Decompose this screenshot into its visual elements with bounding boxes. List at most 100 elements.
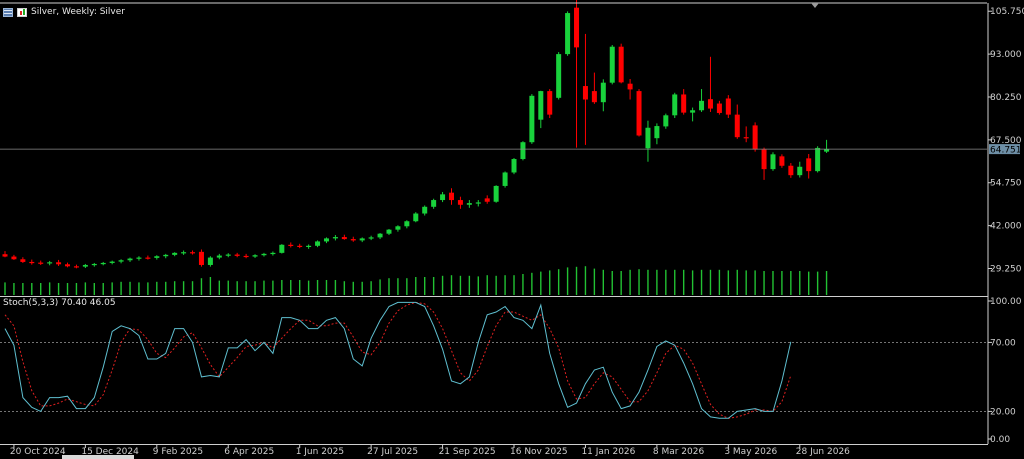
candle-body [449, 192, 454, 201]
candle-body [815, 147, 821, 172]
candle-body [565, 13, 571, 55]
candle-body [663, 115, 669, 127]
candle-body [681, 94, 687, 113]
candle-body [100, 262, 106, 265]
candle-body [556, 54, 562, 98]
time-axis-label: 28 Jun 2026 [796, 447, 850, 457]
candle-body [2, 254, 8, 257]
candle-body [493, 185, 499, 202]
candle-body [716, 103, 722, 113]
candle-body [779, 156, 785, 166]
candle-body [368, 237, 374, 239]
candle-body [163, 254, 169, 257]
stoch-axis-label: 20.00 [990, 407, 1016, 417]
candle-body [806, 158, 812, 172]
candle-body [350, 239, 356, 241]
candle-body [520, 142, 526, 160]
candle-body [457, 200, 463, 205]
chart-title: Silver, Weekly: Silver [31, 7, 125, 17]
candle-body [591, 91, 597, 103]
candle-body [752, 125, 758, 150]
candle-body [207, 257, 213, 265]
candle-body [172, 252, 178, 255]
candle-body [645, 127, 651, 149]
candle-body [600, 82, 606, 103]
candle-body [315, 241, 321, 246]
time-axis-label: 1 Jun 2025 [296, 447, 344, 457]
candle-body [279, 244, 285, 253]
current-price-label: 64.751 [990, 146, 1022, 156]
candle-body [404, 221, 410, 227]
candle-body [20, 259, 26, 262]
candle-body [118, 260, 124, 262]
candle-body [582, 86, 588, 100]
chart-header: Silver, Weekly: Silver [3, 5, 125, 19]
time-axis-label: 20 Oct 2024 [10, 447, 66, 457]
time-axis-label: 16 Nov 2025 [510, 447, 568, 457]
candle-body [216, 255, 222, 258]
candle-body [306, 245, 312, 247]
price-axis-label: 42.000 [990, 222, 1022, 232]
candle-body [56, 262, 62, 265]
price-axis-label: 80.250 [990, 93, 1022, 103]
candle-body [529, 95, 535, 143]
time-axis-label: 9 Feb 2025 [153, 447, 203, 457]
candle-body [73, 266, 79, 268]
candle-body [788, 165, 794, 176]
candle-body [466, 203, 472, 205]
candle-body [636, 91, 642, 136]
time-axis-label: 11 Jan 2026 [581, 447, 635, 457]
candle-body [413, 213, 419, 222]
time-axis-label: 27 Jul 2025 [367, 447, 418, 457]
candle-body [672, 94, 678, 116]
candle-body [734, 114, 740, 138]
candle-body [11, 256, 17, 260]
candle-body [574, 7, 580, 48]
chart-canvas[interactable]: 118.500105.75093.00080.25067.50054.75042… [0, 0, 1024, 459]
stoch-axis-label: 70.00 [990, 338, 1016, 348]
time-axis-label: 8 Mar 2026 [653, 447, 705, 457]
candle-body [190, 252, 196, 254]
candle-body [502, 172, 508, 186]
candle-body [91, 263, 97, 266]
candle-body [136, 257, 142, 259]
candle-body [627, 83, 633, 90]
candle-body [395, 226, 401, 230]
candle-body [65, 264, 71, 267]
candle-body [288, 244, 294, 246]
price-axis-label: 105.750 [990, 7, 1024, 17]
candle-body [690, 110, 696, 113]
candle-body [234, 254, 240, 256]
candle-body [440, 194, 446, 201]
candle-body [261, 253, 267, 256]
candle-body [484, 198, 490, 202]
candle-body [82, 264, 88, 267]
candle-body [154, 256, 160, 258]
candle-body [511, 159, 517, 173]
candle-body [475, 202, 481, 204]
grid-icon [3, 7, 13, 17]
candle-body [431, 200, 437, 207]
candle-body [725, 98, 731, 115]
candle-body [743, 137, 749, 139]
candle-body [770, 154, 776, 170]
time-axis-label: 3 May 2026 [724, 447, 777, 457]
indicator-title: Stoch(5,3,3) 70.40 46.05 [3, 298, 116, 308]
candle-body [538, 91, 544, 120]
price-axis-label: 93.000 [990, 50, 1022, 60]
time-axis-label: 21 Sep 2025 [439, 447, 496, 457]
candle-body [181, 252, 187, 254]
candle-body [332, 237, 338, 239]
chart-background [0, 0, 1024, 459]
candle-body [47, 262, 53, 264]
horizontal-scroll-thumb[interactable] [62, 455, 134, 459]
candle-body [422, 206, 428, 214]
price-axis-label: 29.250 [990, 265, 1022, 275]
stoch-axis-label: 100.00 [990, 297, 1022, 307]
candle-body [618, 46, 624, 83]
candle-body [707, 99, 713, 109]
candle-body [198, 251, 204, 265]
candle-body [225, 254, 231, 256]
candle-body [699, 100, 705, 111]
candle-body [609, 46, 615, 83]
